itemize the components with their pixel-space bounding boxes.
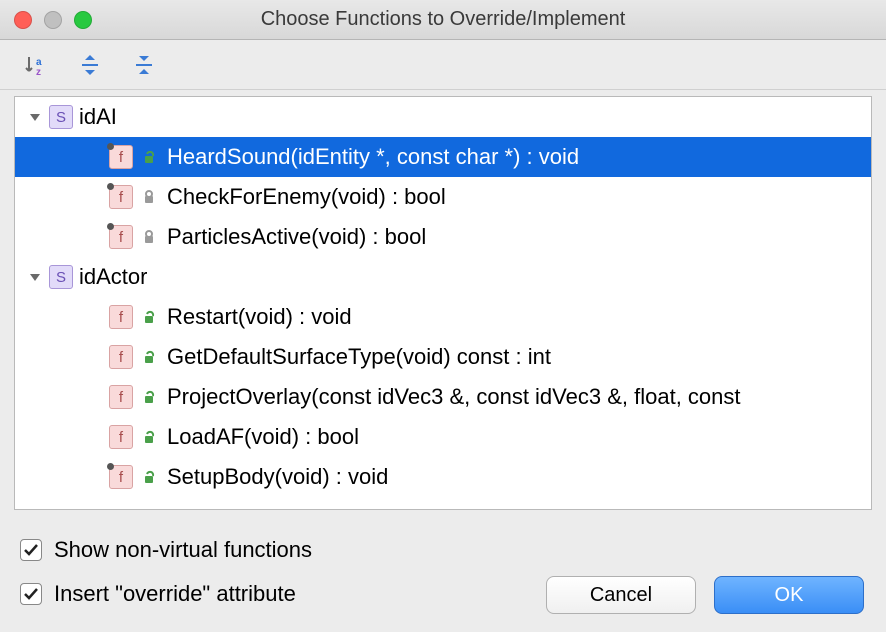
- tree-item[interactable]: f HeardSound(idEntity *, const char *) : …: [15, 137, 871, 177]
- ok-button[interactable]: OK: [714, 576, 864, 614]
- window-title: Choose Functions to Override/Implement: [0, 8, 886, 31]
- function-signature: SetupBody(void) : void: [167, 464, 388, 490]
- unlock-icon: [139, 347, 159, 367]
- function-tree[interactable]: SidAI f HeardSound(idEntity *, const char …: [14, 96, 872, 510]
- group-label: idActor: [79, 264, 147, 290]
- function-icon: f: [109, 345, 133, 369]
- tree-item[interactable]: f GetDefaultSurfaceType(void) const : int: [15, 337, 871, 377]
- maximize-window-button[interactable]: [74, 11, 92, 29]
- unlock-icon: [139, 307, 159, 327]
- insert-override-checkbox[interactable]: [20, 583, 42, 605]
- tree-item[interactable]: f LoadAF(void) : bool: [15, 417, 871, 457]
- struct-icon: S: [49, 265, 73, 289]
- function-icon: f: [109, 305, 133, 329]
- collapse-all-button[interactable]: [130, 51, 158, 79]
- function-signature: HeardSound(idEntity *, const char *) : v…: [167, 144, 579, 170]
- group-label: idAI: [79, 104, 117, 130]
- expand-icon[interactable]: [25, 267, 45, 287]
- function-signature: ProjectOverlay(const idVec3 &, const idV…: [167, 384, 741, 410]
- window-controls: [14, 11, 92, 29]
- expand-all-button[interactable]: [76, 51, 104, 79]
- function-icon: f: [109, 425, 133, 449]
- show-non-virtual-label: Show non-virtual functions: [54, 537, 312, 563]
- titlebar: Choose Functions to Override/Implement: [0, 0, 886, 40]
- close-window-button[interactable]: [14, 11, 32, 29]
- expand-icon[interactable]: [25, 107, 45, 127]
- function-icon: f: [109, 465, 133, 489]
- tree-item[interactable]: f ProjectOverlay(const idVec3 &, const id…: [15, 377, 871, 417]
- function-signature: ParticlesActive(void) : bool: [167, 224, 426, 250]
- function-icon: f: [109, 185, 133, 209]
- show-non-virtual-checkbox[interactable]: [20, 539, 42, 561]
- sort-alpha-button[interactable]: a z: [22, 51, 50, 79]
- unlock-icon: [139, 467, 159, 487]
- unlock-icon: [139, 387, 159, 407]
- toolbar: a z: [0, 40, 886, 90]
- minimize-window-button[interactable]: [44, 11, 62, 29]
- tree-item[interactable]: f ParticlesActive(void) : bool: [15, 217, 871, 257]
- lock-icon: [139, 227, 159, 247]
- tree-item[interactable]: f Restart(void) : void: [15, 297, 871, 337]
- lock-icon: [139, 187, 159, 207]
- struct-icon: S: [49, 105, 73, 129]
- tree-item[interactable]: f SetupBody(void) : void: [15, 457, 871, 497]
- function-icon: f: [109, 385, 133, 409]
- function-icon: f: [109, 145, 133, 169]
- unlock-icon: [139, 147, 159, 167]
- unlock-icon: [139, 427, 159, 447]
- dialog-footer: Show non-virtual functions Insert "overr…: [0, 520, 886, 632]
- function-icon: f: [109, 225, 133, 249]
- function-signature: CheckForEnemy(void) : bool: [167, 184, 446, 210]
- tree-group[interactable]: SidAI: [15, 97, 871, 137]
- tree-group[interactable]: SidActor: [15, 257, 871, 297]
- function-signature: GetDefaultSurfaceType(void) const : int: [167, 344, 551, 370]
- cancel-button[interactable]: Cancel: [546, 576, 696, 614]
- tree-item[interactable]: f CheckForEnemy(void) : bool: [15, 177, 871, 217]
- insert-override-label: Insert "override" attribute: [54, 581, 296, 607]
- function-signature: LoadAF(void) : bool: [167, 424, 359, 450]
- svg-text:z: z: [36, 67, 41, 77]
- function-signature: Restart(void) : void: [167, 304, 352, 330]
